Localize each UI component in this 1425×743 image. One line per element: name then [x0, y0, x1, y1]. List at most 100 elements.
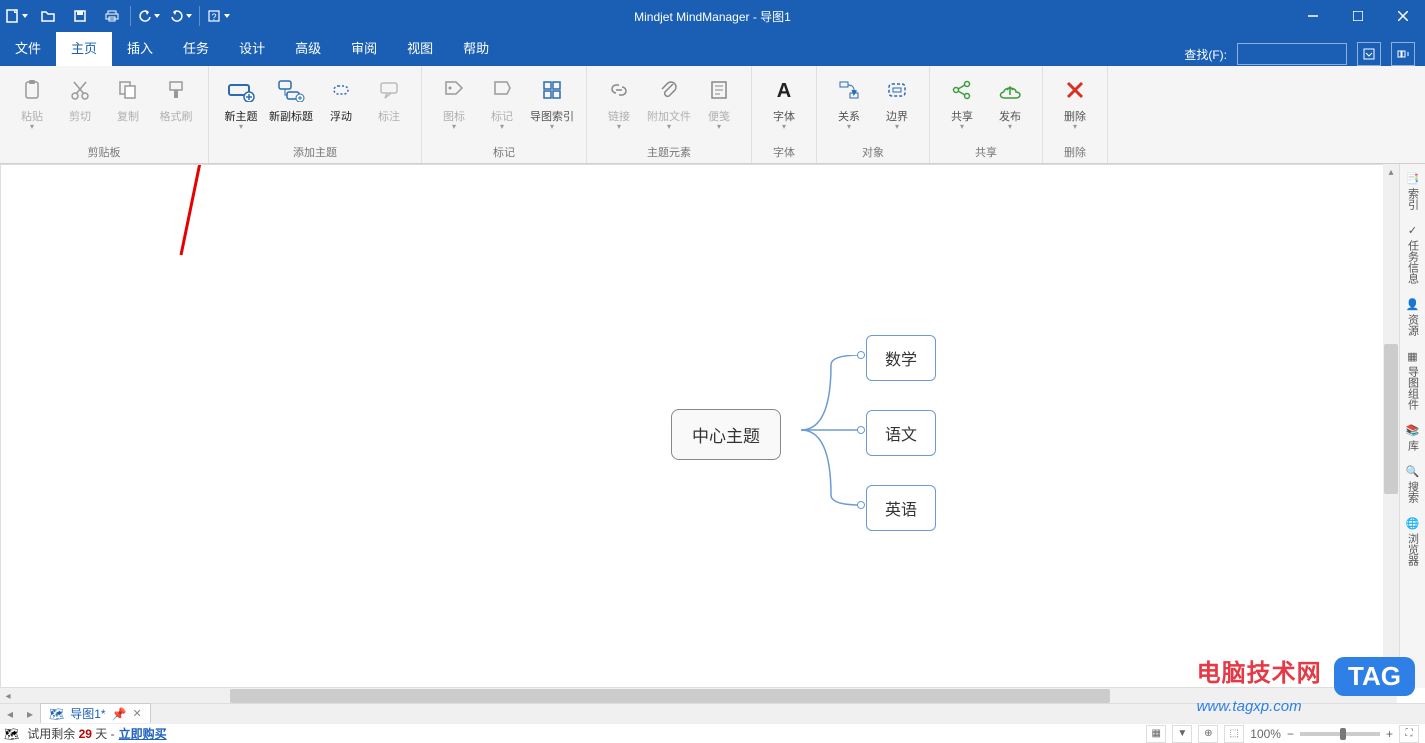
ribbon-button-label: 导图索引 [530, 108, 574, 131]
mindmap-canvas[interactable]: 中心主题 数学 语文 英语 [1, 165, 1396, 687]
watermark-url: www.tagxp.com [1197, 698, 1415, 715]
view-mode-button[interactable]: ▦ [1146, 725, 1166, 743]
ribbon-relation-button[interactable]: 关系 [825, 70, 873, 133]
child-node-math[interactable]: 数学 [866, 335, 936, 381]
buy-now-link[interactable]: 立即购买 [119, 725, 167, 742]
document-tab[interactable]: 🗺 导图1* 📌 ✕ [40, 703, 151, 724]
new-subtopic-icon [277, 76, 305, 104]
ribbon-index-button[interactable]: 导图索引 [526, 70, 578, 133]
zoom-out-button[interactable]: − [1287, 727, 1294, 741]
ribbon-group-标记: 图标标记导图索引标记 [422, 66, 587, 163]
maximize-button[interactable] [1335, 0, 1380, 32]
ribbon-floating-button[interactable]: 浮动 [317, 70, 365, 126]
undo-button[interactable] [133, 0, 165, 32]
trial-status: 试用剩余 29 天 - [19, 725, 114, 742]
scroll-thumb[interactable] [230, 689, 1110, 703]
canvas-area[interactable]: 中心主题 数学 语文 英语 [0, 164, 1397, 688]
ribbon-new-subtopic-button[interactable]: 新副标题 [265, 70, 317, 126]
side-library[interactable]: 📚库 [1405, 416, 1421, 457]
watermark-tag: TAG [1334, 657, 1415, 696]
doc-nav-prev[interactable]: ◂ [0, 707, 20, 721]
side-browser[interactable]: 🌐浏览器 [1405, 509, 1421, 572]
ribbon-font-button[interactable]: A字体 [760, 70, 808, 133]
side-search[interactable]: 🔍搜索 [1405, 457, 1421, 509]
node-port[interactable] [857, 426, 865, 434]
close-tab-button[interactable]: ✕ [133, 707, 142, 720]
resources-icon: 👤 [1405, 296, 1421, 312]
pin-icon[interactable]: 📌 [112, 707, 127, 721]
side-resources[interactable]: 👤资源 [1405, 290, 1421, 342]
tab-insert[interactable]: 插入 [112, 32, 168, 66]
tab-view[interactable]: 视图 [392, 32, 448, 66]
separator [199, 6, 200, 26]
tag-icon-icon [440, 76, 468, 104]
ribbon-button-label: 剪切 [69, 108, 91, 124]
zoom-fit-button[interactable]: ⊕ [1198, 725, 1218, 743]
node-port[interactable] [857, 501, 865, 509]
tab-review[interactable]: 审阅 [336, 32, 392, 66]
ribbon-share-button[interactable]: 共享 [938, 70, 986, 133]
new-file-button[interactable] [0, 0, 32, 32]
scroll-up-arrow[interactable]: ▴ [1383, 164, 1399, 180]
ribbon-options-button[interactable] [1391, 42, 1415, 66]
side-index[interactable]: 📑索引 [1405, 164, 1421, 216]
ribbon-group-字体: A字体字体 [752, 66, 817, 163]
ribbon-publish-button[interactable]: 发布 [986, 70, 1034, 133]
group-title: 字体 [773, 144, 795, 163]
vertical-scrollbar[interactable]: ▴ [1383, 164, 1399, 688]
ribbon-button-label: 新副标题 [269, 108, 313, 124]
browser-icon: 🌐 [1405, 515, 1421, 531]
zoom-100-button[interactable]: ⬚ [1224, 725, 1244, 743]
floating-icon [327, 76, 355, 104]
zoom-value: 100% [1250, 727, 1281, 741]
print-button[interactable] [96, 0, 128, 32]
search-input[interactable] [1237, 43, 1347, 65]
ribbon-format-painter-button: 格式刷 [152, 70, 200, 126]
node-port[interactable] [857, 351, 865, 359]
ribbon-button-label: 图标 [443, 108, 465, 131]
tab-file[interactable]: 文件 [0, 32, 56, 66]
save-button[interactable] [64, 0, 96, 32]
ribbon-copy-button: 复制 [104, 70, 152, 126]
ribbon-group-共享: 共享发布共享 [930, 66, 1043, 163]
font-icon: A [770, 76, 798, 104]
fullscreen-button[interactable]: ⛶ [1399, 725, 1419, 743]
child-node-english[interactable]: 英语 [866, 485, 936, 531]
doc-nav-next[interactable]: ▸ [20, 707, 40, 721]
tab-task[interactable]: 任务 [168, 32, 224, 66]
ribbon-group-主题元素: 链接附加文件便笺主题元素 [587, 66, 752, 163]
tab-advanced[interactable]: 高级 [280, 32, 336, 66]
zoom-slider[interactable] [1300, 732, 1380, 736]
child-node-chinese[interactable]: 语文 [866, 410, 936, 456]
watermark: 电脑技术网 TAG www.tagxp.com [1197, 653, 1415, 715]
link-icon [605, 76, 633, 104]
search-area: 查找(F): [1184, 42, 1425, 66]
ribbon-button-label: 链接 [608, 108, 630, 131]
scroll-thumb[interactable] [1384, 344, 1398, 494]
side-map-parts[interactable]: ▦导图组件 [1405, 342, 1421, 416]
close-button[interactable] [1380, 0, 1425, 32]
ribbon-delete-button[interactable]: 删除 [1051, 70, 1099, 133]
filter-button[interactable]: ▼ [1172, 725, 1192, 743]
minimize-button[interactable] [1290, 0, 1335, 32]
help-button[interactable]: ? [202, 0, 234, 32]
ribbon-boundary-button[interactable]: 边界 [873, 70, 921, 133]
svg-text:?: ? [211, 12, 216, 22]
ribbon-collapse-button[interactable] [1357, 42, 1381, 66]
side-task-info[interactable]: ✓任务信息 [1405, 216, 1421, 290]
central-topic-node[interactable]: 中心主题 [671, 409, 781, 460]
ribbon-new-topic-button[interactable]: 新主题 [217, 70, 265, 133]
horizontal-scrollbar[interactable]: ◂ [0, 688, 1397, 704]
ribbon-notes-button: 便笺 [695, 70, 743, 133]
separator [130, 6, 131, 26]
ribbon-cut-button: 剪切 [56, 70, 104, 126]
scroll-left-arrow[interactable]: ◂ [0, 688, 16, 704]
doc-name: 导图1* [70, 705, 105, 722]
tab-design[interactable]: 设计 [224, 32, 280, 66]
tab-help[interactable]: 帮助 [448, 32, 504, 66]
tab-home[interactable]: 主页 [56, 32, 112, 66]
search-label: 查找(F): [1184, 46, 1227, 63]
zoom-in-button[interactable]: + [1386, 727, 1393, 741]
redo-button[interactable] [165, 0, 197, 32]
open-file-button[interactable] [32, 0, 64, 32]
